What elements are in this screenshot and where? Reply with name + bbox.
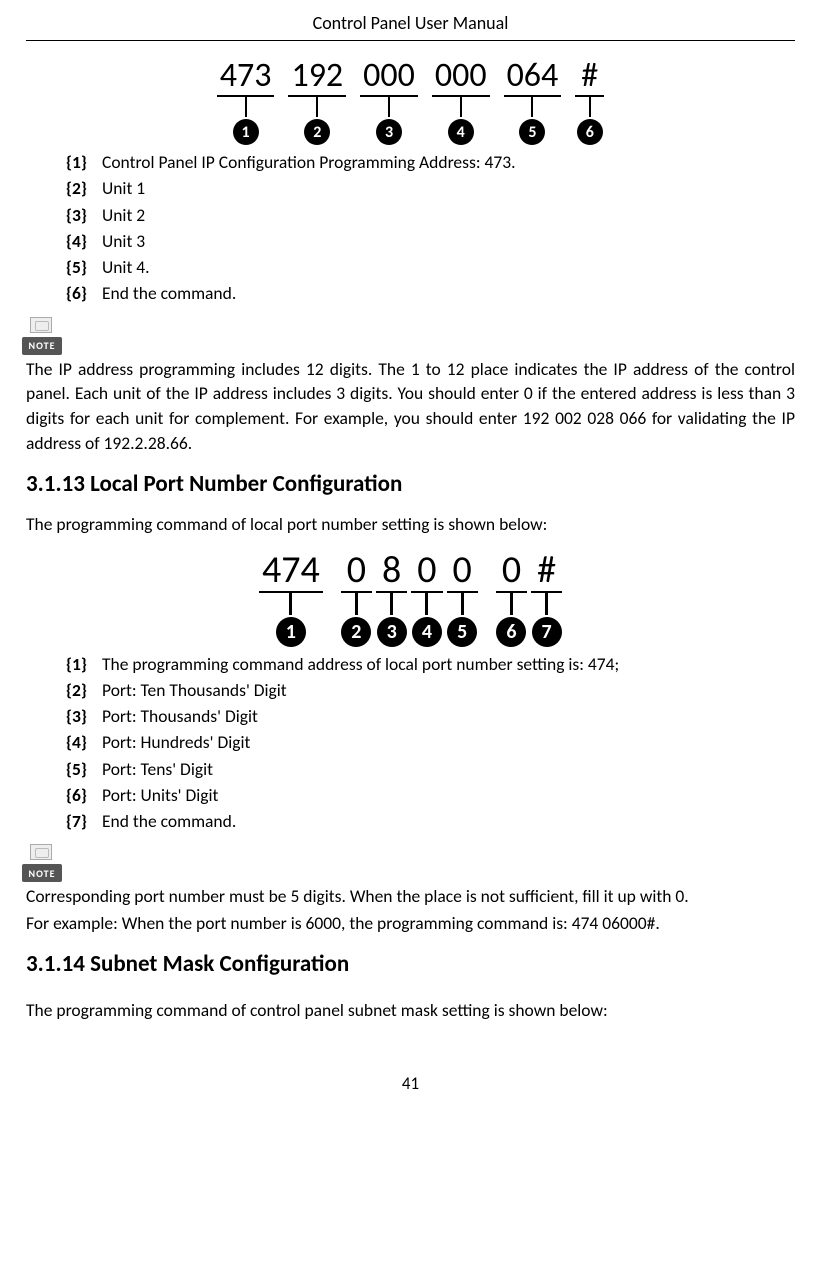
note-paragraph: Corresponding port number must be 5 digi… [26,884,795,909]
list-item: {5}Port: Tens' Digit [66,756,795,782]
diagram-segment: 000 4 [432,59,490,145]
diagram-segment: 064 5 [504,59,562,145]
note-icon: NOTE [22,844,62,882]
diagram-segment-text: 000 [432,59,490,97]
diagram-segment-text: 192 [288,59,346,97]
diagram-segment: 473 1 [217,59,275,145]
diagram-segment-index: 7 [532,617,562,647]
diagram-segment-index: 1 [276,617,306,647]
diagram-segment-index: 1 [233,119,259,145]
list-item: {5}Unit 4. [66,254,795,280]
list-item: {1}Control Panel IP Configuration Progra… [66,149,795,175]
diagram-segment: 474 1 [259,551,323,647]
diagram-segment-text: 473 [217,59,275,97]
list-item: {3}Port: Thousands' Digit [66,703,795,729]
local-port-diagram: 474 1 0 2 8 3 0 4 0 5 0 6 # 7 [26,551,795,647]
list-item: {1}The programming command address of lo… [66,651,795,677]
list-item: {2}Port: Ten Thousands' Digit [66,677,795,703]
diagram-segment-text: 474 [259,551,323,593]
diagram-segment-text: 8 [376,551,407,593]
diagram-segment-text: 0 [447,551,478,593]
local-port-legend: {1}The programming command address of lo… [26,649,795,839]
list-item: {4}Port: Hundreds' Digit [66,729,795,755]
diagram-segment-index: 2 [341,617,371,647]
diagram-segment: # 7 [531,551,562,647]
diagram-segment-text: 0 [411,551,442,593]
diagram-segment: # 6 [575,59,604,145]
list-item: {3}Unit 2 [66,202,795,228]
header-title: Control Panel User Manual [26,12,795,41]
diagram-segment: 0 2 [341,551,372,647]
body-paragraph: The programming command of local port nu… [26,512,795,537]
diagram-segment-text: 0 [496,551,527,593]
body-paragraph: For example: When the port number is 600… [26,911,795,936]
diagram-segment-index: 5 [519,119,545,145]
list-item: {6}End the command. [66,280,795,306]
diagram-segment: 0 6 [496,551,527,647]
diagram-segment-index: 6 [496,617,526,647]
diagram-segment-index: 5 [447,617,477,647]
section-heading-subnet-mask: 3.1.14 Subnet Mask Configuration [26,950,795,978]
diagram-segment-text: # [531,551,562,593]
diagram-segment-index: 2 [304,119,330,145]
list-item: {4}Unit 3 [66,228,795,254]
section-heading-local-port: 3.1.13 Local Port Number Configuration [26,470,795,498]
list-item: {7}End the command. [66,808,795,834]
diagram-segment: 000 3 [360,59,418,145]
diagram-segment-index: 6 [577,119,603,145]
diagram-segment-text: 0 [341,551,372,593]
diagram-segment: 192 2 [288,59,346,145]
diagram-segment-index: 4 [448,119,474,145]
diagram-segment: 0 4 [411,551,442,647]
note-icon: NOTE [22,317,62,355]
diagram-segment-text: # [575,59,604,97]
diagram-segment-index: 4 [412,617,442,647]
page-number: 41 [26,1073,795,1094]
diagram-segment-text: 064 [504,59,562,97]
list-item: {2}Unit 1 [66,175,795,201]
diagram-segment: 8 3 [376,551,407,647]
diagram-segment: 0 5 [447,551,478,647]
ip-config-legend: {1}Control Panel IP Configuration Progra… [26,147,795,311]
note-paragraph: The IP address programming includes 12 d… [26,357,795,456]
body-paragraph: The programming command of control panel… [26,998,795,1023]
diagram-segment-index: 3 [376,119,402,145]
diagram-segment-text: 000 [360,59,418,97]
list-item: {6}Port: Units' Digit [66,782,795,808]
diagram-segment-index: 3 [377,617,407,647]
ip-config-diagram: 473 1 192 2 000 3 000 4 064 5 # 6 [26,59,795,145]
